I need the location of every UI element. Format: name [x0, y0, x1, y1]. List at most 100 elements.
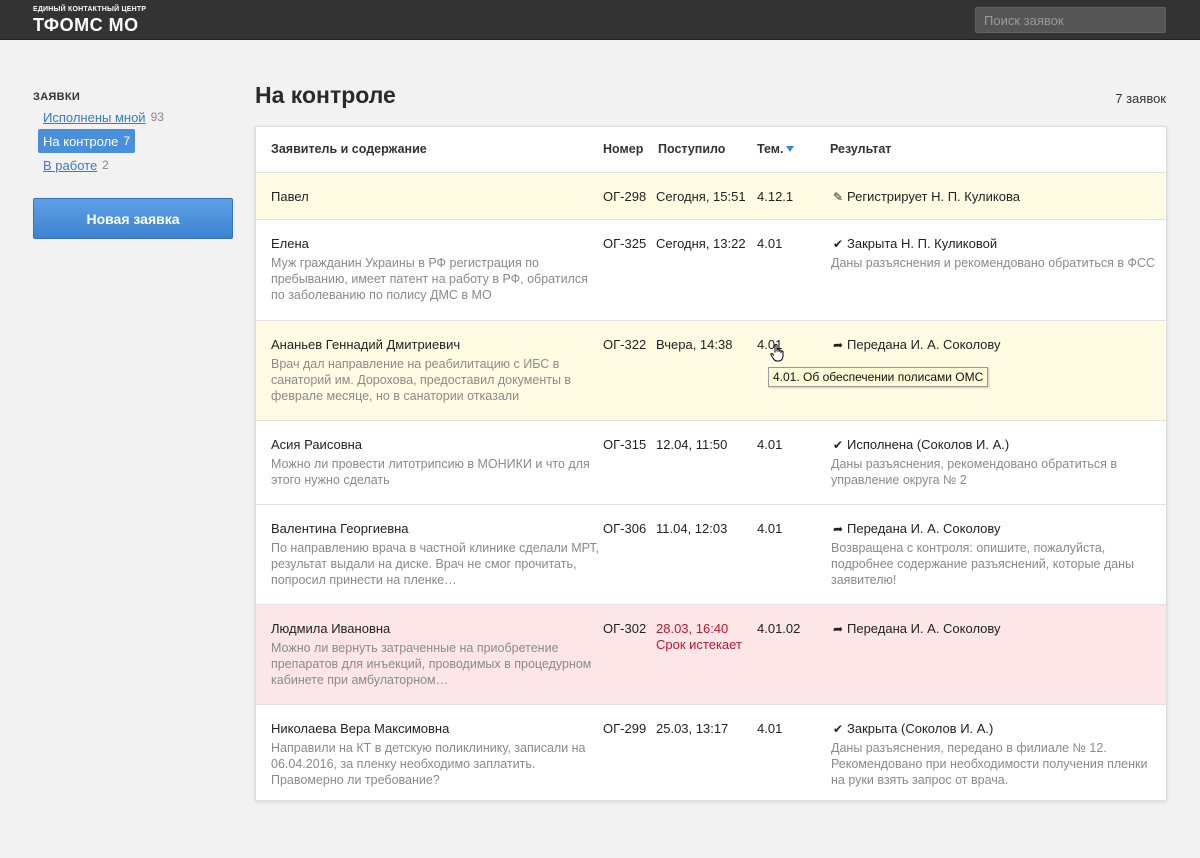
theme-code[interactable]: 4.01: [757, 521, 782, 537]
received-cell: Сегодня, 15:51: [656, 189, 746, 205]
result-note: Возвращена с контроля: опишите, пожалуйс…: [831, 541, 1135, 587]
received-cell: 12.04, 11:50: [656, 437, 727, 453]
request-description: Направили на КТ в детскую поликлинику, з…: [271, 741, 586, 787]
column-applicant[interactable]: Заявитель и содержание: [271, 142, 427, 156]
result-status: Закрыта (Соколов И. А.): [847, 721, 994, 736]
sidebar-item-in-progress[interactable]: В работе 2: [38, 153, 114, 177]
hand-cursor-icon: [770, 344, 784, 362]
table-header: Заявитель и содержание Номер Поступило Т…: [256, 127, 1166, 173]
table-row[interactable]: Николаева Вера Максимовна Направили на КТ…: [256, 705, 1166, 801]
applicant-cell: Павел: [271, 189, 601, 205]
applicant-name: Асия Раисовна: [271, 437, 363, 452]
applicant-cell: Людмила Ивановна Можно ли вернуть затраче…: [271, 621, 601, 688]
sidebar-item-label[interactable]: Исполнены мной: [43, 110, 146, 125]
table-row[interactable]: Павел OГ-298 Сегодня, 15:51 4.12.1 ✎ Регистри…: [256, 173, 1166, 220]
sidebar-heading: ЗАЯВКИ: [33, 91, 81, 103]
result-status: Закрыта Н. П. Куликовой: [847, 236, 998, 251]
deadline-warning: Срок истекает: [656, 637, 742, 652]
received-date: 12.04, 11:50: [656, 437, 728, 452]
applicant-name: Людмила Ивановна: [271, 621, 391, 636]
request-description: По направлению врача в частной клинике с…: [271, 541, 600, 587]
table-row[interactable]: Асия Раисовна Можно ли провести литотрипс…: [256, 421, 1166, 505]
result-status: Передана И. А. Соколову: [847, 521, 1001, 536]
result-cell: ✔ Закрыта (Соколов И. А.) Даны разъяснения…: [831, 721, 1156, 788]
result-note: Даны разъяснения и рекомендовано обратит…: [831, 256, 1156, 270]
sidebar-item-label[interactable]: В работе: [43, 158, 97, 173]
applicant-name: Валентина Георгиевна: [271, 521, 409, 536]
requests-table: Заявитель и содержание Номер Поступило Т…: [255, 126, 1167, 801]
received-date: Сегодня, 13:22: [656, 236, 746, 251]
forward-icon: ➦: [832, 622, 844, 636]
result-cell: ✔ Закрыта Н. П. Куликовой Даны разъяснения…: [831, 236, 1156, 271]
applicant-cell: Елена Муж гражданин Украины в РФ регистра…: [271, 236, 601, 303]
search-input[interactable]: [975, 7, 1166, 33]
new-request-button[interactable]: Новая заявка: [33, 198, 233, 239]
result-cell: ➦ Передана И. А. Соколову Возвращена с кон…: [831, 521, 1156, 588]
received-date: Сегодня, 15:51: [656, 189, 746, 204]
brand-title[interactable]: ТФОМС МО: [33, 15, 139, 36]
received-cell: 28.03, 16:40 Срок истекает: [656, 621, 742, 653]
received-date: 11.04, 12:03: [656, 521, 728, 536]
applicant-name: Николаева Вера Максимовна: [271, 721, 450, 736]
result-cell: ➦ Передана И. А. Соколову: [831, 337, 1156, 353]
sidebar-item-count: 7: [123, 134, 131, 148]
check-icon: ✔: [832, 237, 844, 251]
table-row[interactable]: Ананьев Геннадий Дмитриевич Врач дал напр…: [256, 321, 1166, 421]
request-number: OГ-306: [603, 521, 647, 536]
result-note: Даны разъяснения, рекомендовано обратить…: [831, 457, 1118, 487]
sidebar-item-done-by-me[interactable]: Исполнены мной 93: [38, 105, 169, 129]
applicant-cell: Валентина Георгиевна По направлению врача…: [271, 521, 601, 588]
pencil-icon: ✎: [832, 190, 844, 204]
filter-icon[interactable]: [785, 145, 794, 152]
received-date: Вчера, 14:38: [656, 337, 733, 352]
result-cell: ➦ Передана И. А. Соколову: [831, 621, 1156, 637]
received-cell: Сегодня, 13:22: [656, 236, 746, 252]
received-cell: 11.04, 12:03: [656, 521, 727, 537]
result-status: Исполнена (Соколов И. А.): [847, 437, 1010, 452]
theme-code[interactable]: 4.01: [757, 236, 782, 252]
request-description: Можно ли вернуть затраченные на приобрет…: [271, 641, 592, 687]
request-number: OГ-325: [603, 236, 647, 251]
theme-code[interactable]: 4.01.02: [757, 621, 800, 637]
sidebar-item-label[interactable]: На контроле: [43, 134, 118, 149]
column-received[interactable]: Поступило: [658, 142, 725, 156]
applicant-cell: Ананьев Геннадий Дмитриевич Врач дал напр…: [271, 337, 601, 404]
request-number: OГ-302: [603, 621, 647, 636]
table-row[interactable]: Елена Муж гражданин Украины в РФ регистра…: [256, 220, 1166, 321]
check-icon: ✔: [832, 438, 844, 452]
forward-icon: ➦: [832, 338, 844, 352]
request-description: Муж гражданин Украины в РФ регистрация п…: [271, 256, 588, 302]
theme-code[interactable]: 4.12.1: [757, 189, 793, 205]
request-number: OГ-315: [603, 437, 647, 452]
result-status: Передана И. А. Соколову: [847, 621, 1001, 636]
theme-code[interactable]: 4.01: [757, 437, 782, 453]
sidebar-item-count: 2: [102, 158, 109, 172]
table-row[interactable]: Валентина Георгиевна По направлению врача…: [256, 505, 1166, 605]
column-result[interactable]: Результат: [830, 142, 891, 156]
table-row[interactable]: Людмила Ивановна Можно ли вернуть затраче…: [256, 605, 1166, 705]
result-cell: ✎ Регистрирует Н. П. Куликова: [831, 189, 1156, 205]
page-title: На контроле: [255, 82, 396, 108]
result-status: Регистрирует Н. П. Куликова: [847, 189, 1020, 204]
received-cell: Вчера, 14:38: [656, 337, 732, 353]
applicant-name: Ананьев Геннадий Дмитриевич: [271, 337, 461, 352]
sidebar-item-on-control[interactable]: На контроле 7: [38, 129, 136, 153]
received-date: 28.03, 16:40: [656, 621, 729, 636]
check-icon: ✔: [832, 722, 844, 736]
applicant-cell: Асия Раисовна Можно ли провести литотрипс…: [271, 437, 601, 488]
request-number: OГ-298: [603, 189, 647, 204]
received-cell: 25.03, 13:17: [656, 721, 728, 737]
column-number[interactable]: Номер: [603, 142, 643, 156]
applicant-name: Елена: [271, 236, 309, 251]
result-status: Передана И. А. Соколову: [847, 337, 1001, 352]
request-description: Врач дал направление на реабилитацию с И…: [271, 357, 572, 403]
request-count: 7 заявок: [1115, 91, 1166, 106]
result-note: Даны разъяснения, передано в филиале № 1…: [831, 741, 1148, 787]
theme-code[interactable]: 4.01: [757, 721, 782, 737]
column-theme-label: Тем.: [757, 142, 784, 156]
brand-subtitle: ЕДИНЫЙ КОНТАКТНЫЙ ЦЕНТР: [33, 6, 147, 13]
received-date: 25.03, 13:17: [656, 721, 729, 736]
request-number: OГ-322: [603, 337, 647, 352]
column-theme[interactable]: Тем.: [757, 142, 794, 156]
top-bar: ЕДИНЫЙ КОНТАКТНЫЙ ЦЕНТР ТФОМС МО: [0, 0, 1200, 40]
